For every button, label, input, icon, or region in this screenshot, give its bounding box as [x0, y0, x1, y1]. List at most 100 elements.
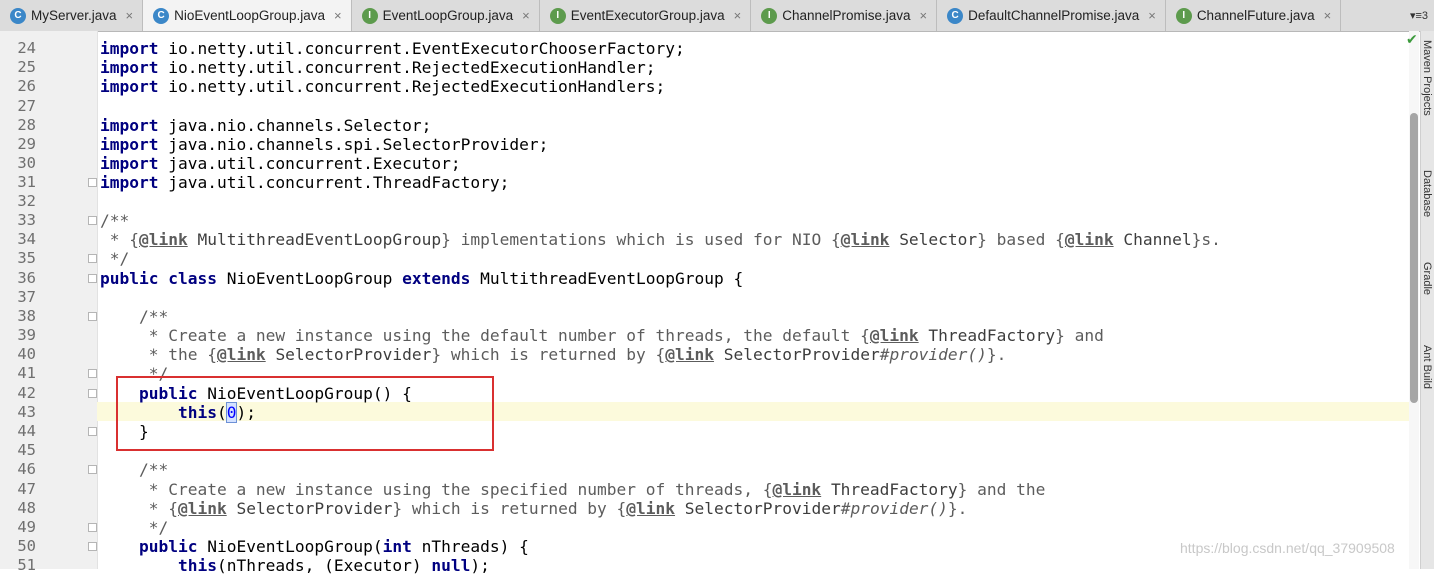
import-path: io.netty.util.concurrent.EventExecutorCh…	[168, 39, 685, 58]
code-line-31: import java.util.concurrent.ThreadFactor…	[100, 173, 510, 192]
fold-marker-icon[interactable]	[88, 274, 97, 283]
code-line-40: * the {@link SelectorProvider} which is …	[100, 345, 1007, 364]
line-number: 43	[17, 403, 36, 421]
scrollbar-thumb[interactable]	[1410, 113, 1418, 403]
line-number: 25	[17, 58, 36, 76]
inspection-ok-icon[interactable]: ✔	[1406, 32, 1418, 48]
code-line-38: /**	[100, 307, 169, 326]
tab-defaultchannelpromise[interactable]: C DefaultChannelPromise.java ×	[937, 0, 1166, 31]
line-number: 45	[17, 441, 36, 459]
interface-icon: I	[1175, 7, 1192, 24]
tab-overflow-menu[interactable]: ▾≡3	[1404, 0, 1434, 31]
interface-icon: I	[549, 7, 566, 24]
tab-channelfuture[interactable]: I ChannelFuture.java ×	[1166, 0, 1342, 31]
line-number: 24	[17, 39, 36, 57]
code-line-51: this(nThreads, (Executor) null);	[177, 556, 490, 575]
gradle-tool-button[interactable]: Gradle	[1421, 262, 1433, 295]
close-icon[interactable]: ×	[126, 8, 134, 23]
tab-nioeventloopgroup[interactable]: C NioEventLoopGroup.java ×	[143, 0, 352, 31]
line-number: 50	[17, 537, 36, 555]
code-line-46: /**	[100, 460, 169, 479]
highlight-annotation-box	[116, 376, 494, 451]
line-number: 37	[17, 288, 36, 306]
close-icon[interactable]: ×	[920, 8, 928, 23]
tab-label: EventExecutorGroup.java	[570, 8, 725, 23]
tab-eventexecutorgroup[interactable]: I EventExecutorGroup.java ×	[540, 0, 752, 31]
code-line-49: */	[100, 518, 169, 537]
fold-marker-icon[interactable]	[88, 523, 97, 532]
interface-icon: I	[761, 7, 778, 24]
line-number: 31	[17, 173, 36, 191]
fold-marker-icon[interactable]	[88, 254, 97, 263]
fold-marker-icon[interactable]	[88, 389, 97, 398]
line-number: 49	[17, 518, 36, 536]
line-number: 46	[17, 460, 36, 478]
code-line-39: * Create a new instance using the defaul…	[100, 326, 1104, 345]
fold-marker-icon[interactable]	[88, 542, 97, 551]
tab-label: EventLoopGroup.java	[382, 8, 514, 23]
code-editor[interactable]: import io.netty.util.concurrent.EventExe…	[100, 31, 1410, 575]
line-number-gutter: 24 25 26 27 28 29 30 31 32 33 34 35 36 37 38 39 40 41 42 43…	[0, 31, 98, 574]
editor-tab-bar: C MyServer.java × C NioEventLoopGroup.java × I…	[0, 0, 1434, 32]
tab-label: MyServer.java	[31, 8, 117, 23]
database-tool-button[interactable]: Database	[1421, 170, 1433, 217]
line-number: 38	[17, 307, 36, 325]
tab-eventloopgroup[interactable]: I EventLoopGroup.java ×	[352, 0, 540, 31]
line-number: 33	[17, 211, 36, 229]
tab-myserver[interactable]: C MyServer.java ×	[0, 0, 144, 31]
code-line-26: import io.netty.util.concurrent.Rejected…	[100, 77, 666, 96]
line-number: 47	[17, 480, 36, 498]
tab-label: NioEventLoopGroup.java	[174, 8, 325, 23]
code-line-24: import io.netty.util.concurrent.EventExe…	[100, 39, 685, 58]
fold-marker-icon[interactable]	[88, 427, 97, 436]
line-number: 44	[17, 422, 36, 440]
close-icon[interactable]: ×	[1324, 8, 1332, 23]
code-line-36: public class NioEventLoopGroup extends M…	[100, 269, 744, 288]
line-number: 41	[17, 364, 36, 382]
class-icon: C	[947, 7, 964, 24]
line-number: 32	[17, 192, 36, 210]
maven-projects-tool-button[interactable]: Maven Projects	[1421, 40, 1433, 116]
line-number: 48	[17, 499, 36, 517]
line-number: 39	[17, 326, 36, 344]
fold-marker-icon[interactable]	[88, 369, 97, 378]
tab-label: DefaultChannelPromise.java	[968, 8, 1140, 23]
line-number: 40	[17, 345, 36, 363]
close-icon[interactable]: ×	[734, 8, 742, 23]
fold-marker-icon[interactable]	[88, 178, 97, 187]
line-number: 51	[17, 556, 36, 574]
close-icon[interactable]: ×	[334, 8, 342, 23]
code-line-48: * {@link SelectorProvider} which is retu…	[100, 499, 968, 518]
tab-channelpromise[interactable]: I ChannelPromise.java ×	[751, 0, 938, 31]
line-number: 29	[17, 135, 36, 153]
line-number: 26	[17, 77, 36, 95]
line-number: 42	[17, 384, 36, 402]
line-number: 30	[17, 154, 36, 172]
code-line-29: import java.nio.channels.spi.SelectorPro…	[100, 135, 549, 154]
code-line-33: /**	[100, 211, 130, 230]
line-number: 34	[17, 230, 36, 248]
code-line-25: import io.netty.util.concurrent.Rejected…	[100, 58, 656, 77]
line-number: 28	[17, 116, 36, 134]
class-icon: C	[10, 7, 26, 24]
line-number: 27	[17, 97, 36, 115]
fold-marker-icon[interactable]	[88, 312, 97, 321]
ant-build-tool-button[interactable]: Ant Build	[1421, 345, 1433, 389]
code-line-28: import java.nio.channels.Selector;	[100, 116, 432, 135]
line-number: 36	[17, 269, 36, 287]
watermark-text: https://blog.csdn.net/qq_37909508	[1180, 540, 1395, 556]
class-icon: C	[153, 7, 170, 24]
code-line-30: import java.util.concurrent.Executor;	[100, 154, 461, 173]
code-line-47: * Create a new instance using the specif…	[100, 480, 1046, 499]
tab-label: ChannelFuture.java	[1196, 8, 1315, 23]
code-line-35: */	[100, 249, 130, 268]
interface-icon: I	[361, 7, 378, 24]
close-icon[interactable]: ×	[1148, 8, 1156, 23]
close-icon[interactable]: ×	[522, 8, 530, 23]
code-line-34: * {@link MultithreadEventLoopGroup} impl…	[100, 230, 1221, 249]
tab-label: ChannelPromise.java	[782, 8, 911, 23]
fold-marker-icon[interactable]	[88, 465, 97, 474]
fold-marker-icon[interactable]	[88, 216, 97, 225]
line-number: 35	[17, 249, 36, 267]
code-line-50: public NioEventLoopGroup(int nThreads) {	[138, 537, 529, 556]
